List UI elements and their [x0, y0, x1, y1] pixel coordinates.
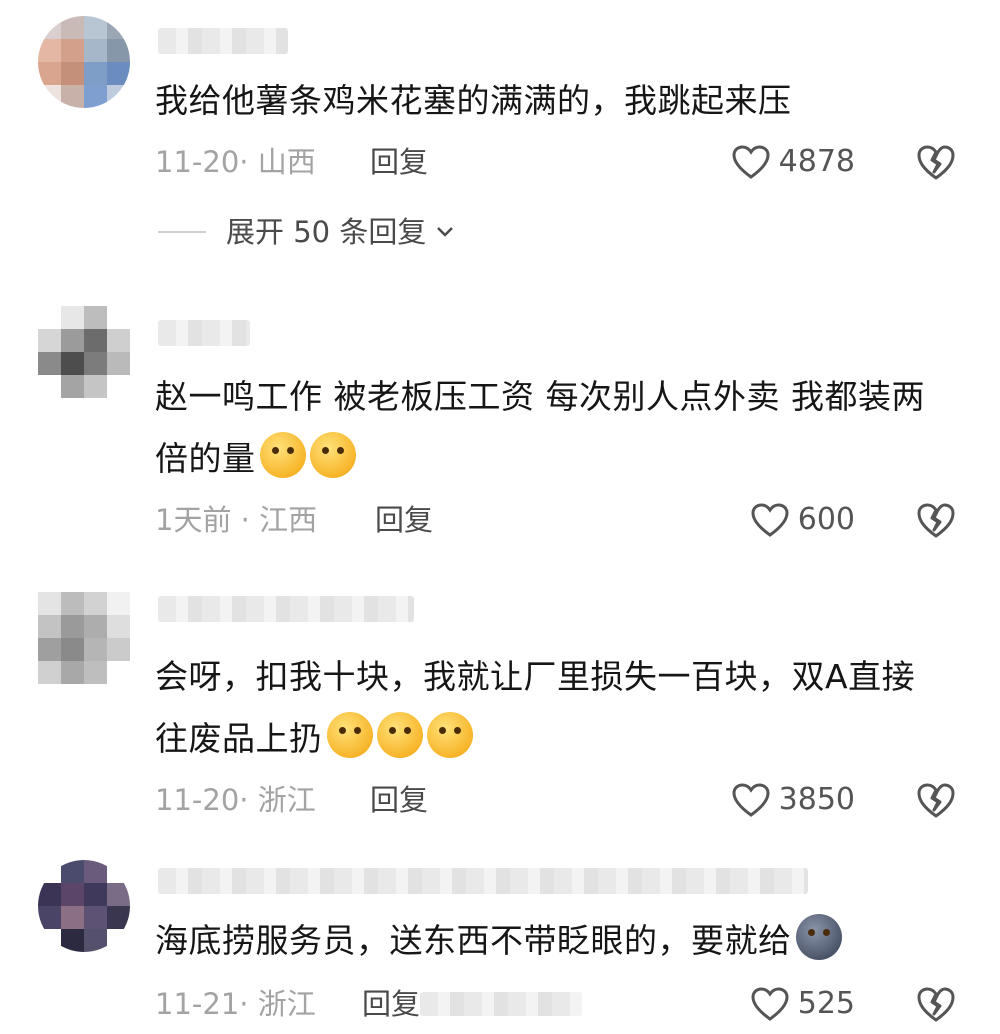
username-blurred[interactable] — [158, 596, 414, 622]
tipsy-emoji-icon — [309, 432, 356, 478]
like-count: 4878 — [778, 144, 855, 179]
chevron-down-icon — [437, 227, 454, 237]
like-button[interactable]: 4878 — [731, 142, 855, 182]
shush-emoji-icon — [376, 712, 423, 758]
new-moon-face-emoji-icon — [795, 914, 842, 960]
comment-text-content: 海底捞服务员，送东西不带眨眼的，要就给 — [155, 921, 792, 960]
shush-emoji-icon — [326, 712, 373, 758]
broken-heart-icon[interactable] — [916, 780, 956, 820]
avatar[interactable] — [38, 306, 130, 398]
comment-text: 赵一鸣工作 被老板压工资 每次别人点外卖 我都装两倍的量 — [155, 366, 940, 490]
like-button[interactable]: 600 — [750, 500, 855, 540]
like-count: 525 — [797, 986, 855, 1021]
comment-text: 海底捞服务员，送东西不带眨眼的，要就给 — [155, 910, 940, 972]
comment-text: 我给他薯条鸡米花塞的满满的，我跳起来压 — [155, 81, 792, 120]
expand-replies-button[interactable]: 展开 50 条回复 — [158, 212, 456, 252]
comment-text: 会呀，扣我十块，我就让厂里损失一百块，双A直接往废品上扔 — [155, 646, 940, 770]
heart-outline-icon — [751, 987, 789, 1021]
broken-heart-icon[interactable] — [916, 500, 956, 540]
username-blurred[interactable] — [158, 28, 288, 54]
reply-button[interactable]: 回复 — [370, 142, 428, 182]
comment-meta: 11-21· 浙江 — [155, 987, 316, 1021]
expand-divider — [158, 231, 206, 233]
username-blurred[interactable] — [158, 868, 808, 894]
avatar[interactable] — [38, 860, 130, 952]
username-blurred[interactable] — [158, 320, 250, 346]
heart-outline-icon — [732, 783, 770, 817]
reply-button[interactable]: 回复 — [370, 780, 428, 820]
heart-outline-icon — [732, 145, 770, 179]
comment-meta: 1天前 · 江西 — [155, 503, 318, 537]
broken-heart-icon[interactable] — [916, 984, 956, 1024]
shush-emoji-icon — [426, 712, 473, 758]
reply-button[interactable]: 回复 — [375, 500, 433, 540]
watermark-blurred — [420, 992, 582, 1016]
avatar[interactable] — [38, 592, 130, 684]
comment-meta: 11-20· 山西 — [155, 145, 316, 179]
reply-button[interactable]: 回复 — [362, 984, 420, 1024]
like-button[interactable]: 3850 — [731, 780, 855, 820]
comment-text-content: 会呀，扣我十块，我就让厂里损失一百块，双A直接往废品上扔 — [155, 657, 916, 758]
like-button[interactable]: 525 — [750, 984, 855, 1024]
comment-meta: 11-20· 浙江 — [155, 783, 316, 817]
heart-outline-icon — [751, 503, 789, 537]
broken-heart-icon[interactable] — [916, 142, 956, 182]
expand-replies-label: 展开 50 条回复 — [226, 215, 427, 249]
tongue-wink-emoji-icon — [259, 432, 306, 478]
avatar[interactable] — [38, 16, 130, 108]
like-count: 600 — [797, 502, 855, 537]
like-count: 3850 — [778, 782, 855, 817]
